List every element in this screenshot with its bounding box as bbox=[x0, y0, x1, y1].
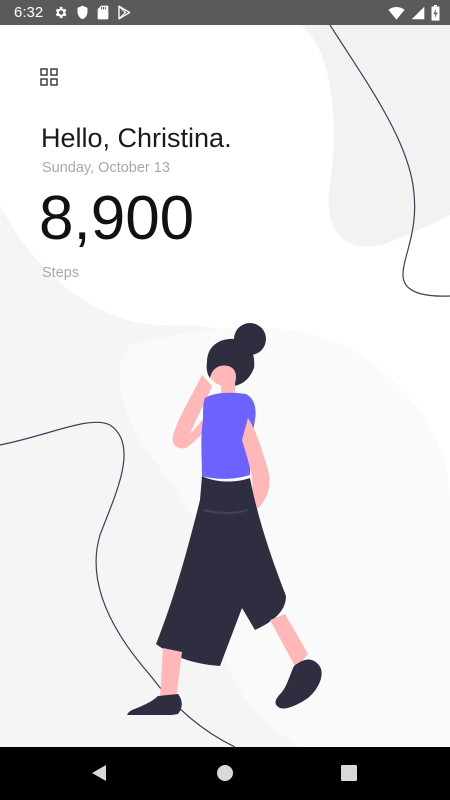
background-blob-top bbox=[300, 25, 450, 247]
status-bar: 6:32 bbox=[0, 0, 450, 25]
system-icons bbox=[388, 4, 440, 21]
back-icon[interactable] bbox=[89, 763, 109, 783]
walking-woman-illustration bbox=[127, 323, 322, 715]
phone-screen: 6:32 Hello, Christina. Sunday, October 1… bbox=[0, 0, 450, 800]
cellular-signal-icon bbox=[411, 6, 425, 19]
status-time: 6:32 bbox=[14, 4, 44, 21]
recents-icon[interactable] bbox=[339, 763, 359, 783]
wifi-icon bbox=[388, 6, 405, 20]
notification-icons bbox=[53, 5, 131, 20]
shield-icon bbox=[77, 5, 88, 20]
grid-icon[interactable] bbox=[40, 68, 58, 86]
gear-icon bbox=[55, 6, 67, 19]
sd-card-icon bbox=[97, 5, 109, 20]
current-date: Sunday, October 13 bbox=[42, 160, 170, 176]
step-label: Steps bbox=[42, 265, 80, 281]
step-count: 8,900 bbox=[39, 184, 195, 253]
home-screen: Hello, Christina. Sunday, October 13 8,9… bbox=[0, 25, 450, 747]
battery-charging-icon bbox=[431, 4, 440, 21]
play-store-icon bbox=[118, 5, 131, 20]
navigation-bar bbox=[0, 747, 450, 800]
home-icon[interactable] bbox=[215, 763, 235, 783]
greeting-heading: Hello, Christina. bbox=[41, 123, 232, 153]
